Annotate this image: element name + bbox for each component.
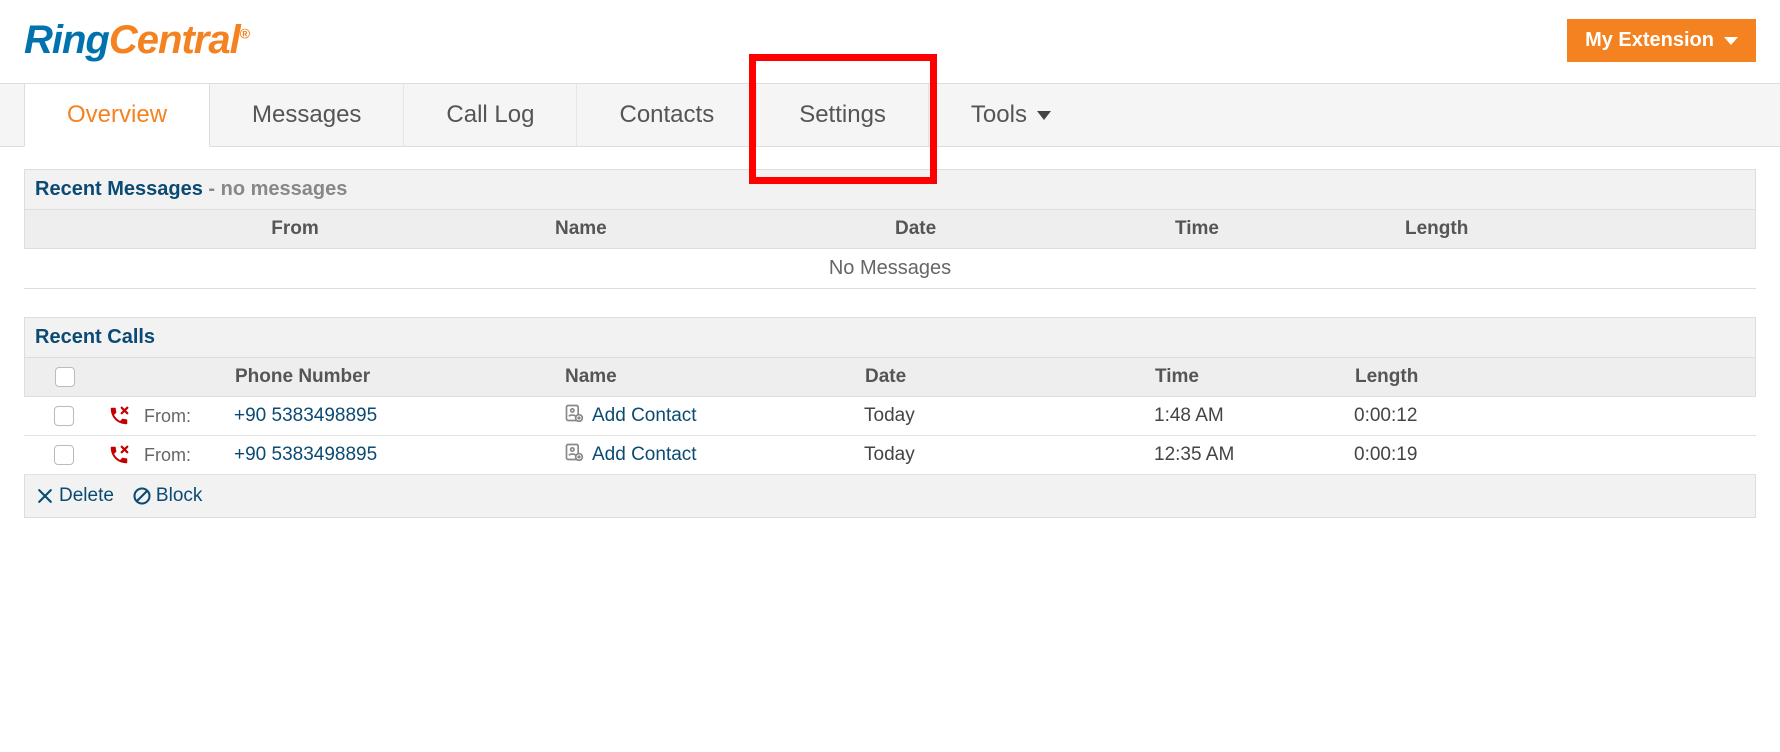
block-label: Block [156, 485, 202, 507]
missed-call-icon [108, 405, 130, 427]
caret-down-icon [1037, 111, 1051, 120]
delete-label: Delete [59, 485, 114, 507]
add-contact-button[interactable]: Add Contact [564, 442, 864, 468]
recent-messages-subtitle: - no messages [203, 178, 348, 200]
recent-messages-header: Recent Messages - no messages [24, 169, 1756, 210]
call-time: 1:48 AM [1154, 405, 1354, 427]
nav-tabs: Overview Messages Call Log Contacts Sett… [0, 83, 1780, 147]
recent-messages-columns: From Name Date Time Length [24, 210, 1756, 249]
logo-text-ring: Ring [24, 18, 109, 62]
tab-settings-label: Settings [799, 101, 886, 129]
delete-button[interactable]: Delete [35, 485, 114, 507]
row-checkbox[interactable] [54, 406, 74, 426]
caret-down-icon [1724, 37, 1738, 45]
logo: RingCentral® [24, 18, 249, 63]
col-checkbox [35, 366, 95, 388]
add-contact-icon [564, 442, 584, 468]
recent-calls-columns: Phone Number Name Date Time Length [24, 358, 1756, 397]
call-date: Today [864, 405, 1154, 427]
block-button[interactable]: Block [132, 485, 202, 507]
col-name: Name [565, 366, 865, 388]
tab-call-log[interactable]: Call Log [404, 84, 577, 146]
call-date: Today [864, 444, 1154, 466]
col-name: Name [555, 218, 895, 240]
my-extension-button[interactable]: My Extension [1567, 19, 1756, 62]
missed-call-icon [108, 444, 130, 466]
tab-settings[interactable]: Settings [757, 84, 929, 146]
no-messages-text: No Messages [24, 249, 1756, 289]
tab-messages-label: Messages [252, 101, 361, 129]
recent-messages-title: Recent Messages [35, 178, 203, 200]
call-time: 12:35 AM [1154, 444, 1354, 466]
col-date: Date [895, 218, 1175, 240]
recent-calls-title: Recent Calls [35, 326, 155, 348]
phone-number-link[interactable]: +90 5383498895 [234, 405, 377, 426]
tab-contacts-label: Contacts [619, 101, 714, 129]
logo-text-central: Central [109, 18, 240, 62]
add-contact-label: Add Contact [592, 405, 697, 427]
call-row: From: +90 5383498895 Add Contact Today 1… [24, 436, 1756, 475]
tab-tools-label: Tools [971, 101, 1027, 129]
call-row: From: +90 5383498895 Add Contact Today 1… [24, 397, 1756, 436]
from-label: From: [144, 445, 234, 466]
recent-messages-section: Recent Messages - no messages From Name … [24, 169, 1756, 289]
recent-calls-section: Recent Calls Phone Number Name Date Time… [24, 317, 1756, 518]
tab-call-log-label: Call Log [446, 101, 534, 129]
phone-number-link[interactable]: +90 5383498895 [234, 444, 377, 465]
add-contact-icon [564, 403, 584, 429]
col-phone: Phone Number [235, 366, 565, 388]
tab-messages[interactable]: Messages [210, 84, 404, 146]
logo-registered: ® [240, 26, 249, 42]
row-checkbox[interactable] [54, 445, 74, 465]
tab-overview[interactable]: Overview [24, 84, 210, 147]
close-icon [35, 486, 55, 506]
call-length: 0:00:19 [1354, 444, 1504, 466]
tab-contacts[interactable]: Contacts [577, 84, 757, 146]
col-time: Time [1175, 218, 1405, 240]
call-length: 0:00:12 [1354, 405, 1504, 427]
col-date: Date [865, 366, 1155, 388]
col-from: From [35, 218, 555, 240]
select-all-checkbox[interactable] [55, 367, 75, 387]
my-extension-label: My Extension [1585, 29, 1714, 52]
col-length: Length [1405, 218, 1555, 240]
add-contact-label: Add Contact [592, 444, 697, 466]
from-label: From: [144, 406, 234, 427]
add-contact-button[interactable]: Add Contact [564, 403, 864, 429]
tab-overview-label: Overview [67, 101, 167, 129]
row-actions: Delete Block [24, 475, 1756, 518]
block-icon [132, 486, 152, 506]
recent-calls-header: Recent Calls [24, 317, 1756, 358]
col-length: Length [1355, 366, 1505, 388]
tab-tools[interactable]: Tools [929, 84, 1093, 146]
col-time: Time [1155, 366, 1355, 388]
